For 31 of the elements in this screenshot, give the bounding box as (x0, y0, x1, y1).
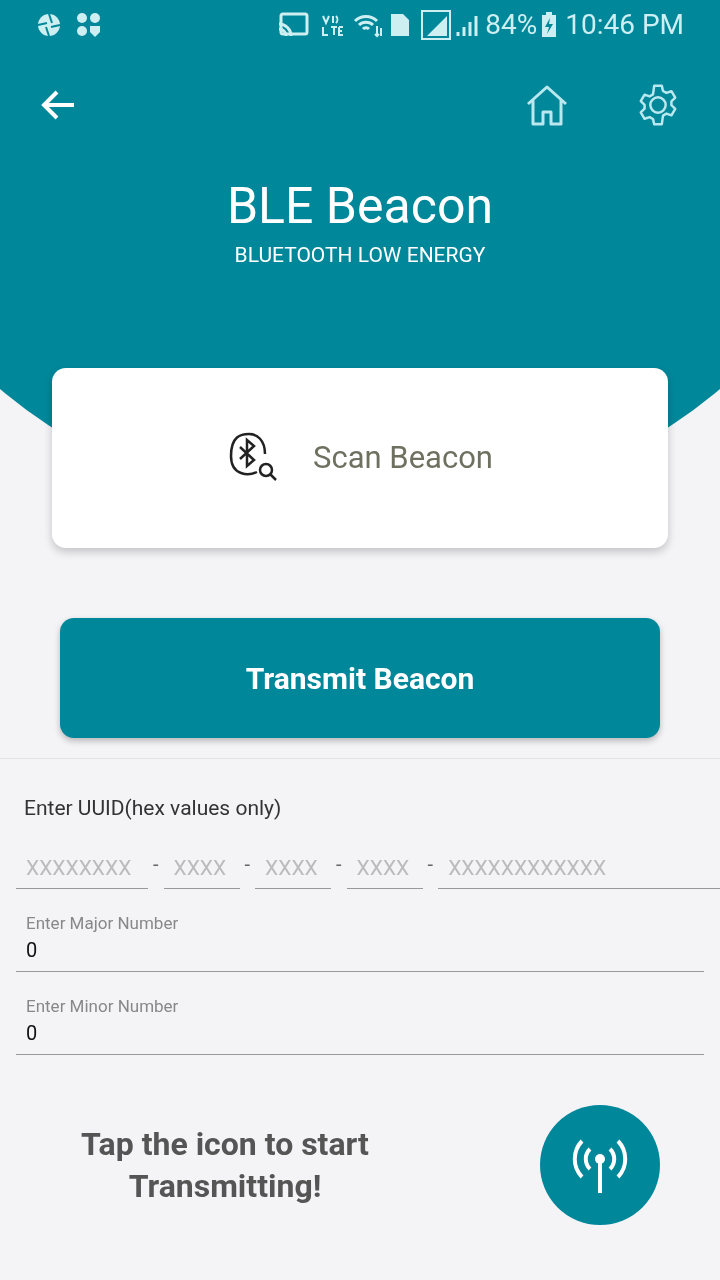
battery-charging-icon (541, 12, 558, 38)
volte-icon (319, 12, 346, 38)
field-label: Enter Major Number (26, 912, 180, 935)
cast-icon (277, 12, 310, 38)
battery-percent: 84% (485, 11, 538, 39)
separator-dash: - (335, 851, 343, 878)
uuid-segment-field[interactable]: XXXXXXXXXXXX (438, 847, 720, 889)
number-input-field[interactable]: 0 (26, 1018, 694, 1048)
roaming-signal-icon (421, 10, 452, 40)
uuid-segment-field[interactable]: XXXXXXXX (16, 847, 148, 889)
uuid-segment-field[interactable]: XXXX (346, 847, 423, 889)
field-label: Enter Minor Number (26, 995, 180, 1018)
sim-card-icon (389, 12, 412, 38)
app-title: BLE Beacon (226, 176, 494, 236)
separator-dash: - (426, 851, 435, 878)
back-arrow-icon (40, 89, 76, 121)
apps-shield-icon (76, 12, 102, 38)
separator-dash: - (152, 851, 160, 878)
aperture-icon (36, 12, 62, 38)
number-input-field[interactable]: 0 (26, 935, 694, 965)
wifi-icon (353, 12, 384, 38)
transmit-beacon-button[interactable]: Transmit Beacon (60, 618, 660, 738)
separator-dash: - (243, 851, 252, 878)
clock-time: 10:46 PM (565, 11, 684, 39)
transmit-hint: Tap the icon to start Transmitting! (80, 1124, 370, 1207)
scan-beacon-button[interactable]: Scan Beacon (52, 368, 668, 548)
uuid-label: Enter UUID(hex values only) (23, 795, 283, 822)
home-icon (525, 84, 569, 126)
app-subtitle: BLUETOOTH LOW ENERGY (234, 242, 486, 269)
uuid-segment-field[interactable]: XXXX (163, 847, 240, 889)
uuid-segment-field[interactable]: XXXX (255, 847, 332, 889)
